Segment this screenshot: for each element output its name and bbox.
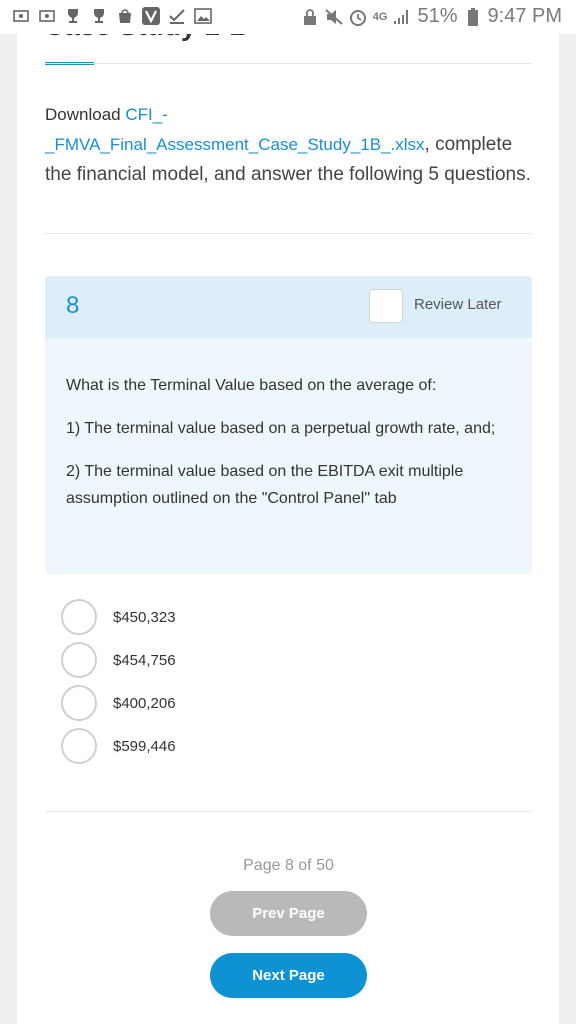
- next-page-button[interactable]: Next Page: [210, 953, 367, 998]
- battery-percent: 51%: [417, 5, 458, 27]
- battery-icon: [464, 7, 482, 26]
- download-prefix: Download: [45, 105, 126, 124]
- answer-option[interactable]: $454,756: [61, 642, 176, 678]
- review-later-label[interactable]: Review Later: [414, 296, 502, 313]
- answer-option[interactable]: $400,206: [61, 685, 176, 721]
- shopping-bag-icon: [116, 7, 134, 25]
- prev-page-button[interactable]: Prev Page: [210, 891, 367, 936]
- divider: [45, 811, 532, 812]
- divider: [45, 63, 532, 64]
- answer-label[interactable]: $450,323: [113, 609, 176, 626]
- question-paragraph: What is the Terminal Value based on the …: [66, 377, 437, 394]
- page-indicator: Page 8 of 50: [243, 857, 334, 874]
- divider: [45, 233, 532, 234]
- notification-icons: [12, 7, 212, 25]
- radio-button[interactable]: [61, 728, 97, 764]
- network-type: 4G: [372, 10, 388, 23]
- answer-option[interactable]: $599,446: [61, 728, 176, 764]
- trophy-icon: [64, 7, 82, 25]
- question-paragraph: 1) The terminal value based on a perpetu…: [66, 420, 496, 437]
- system-status: 4G 51% 9:47 PM: [301, 5, 562, 28]
- review-later-checkbox[interactable]: [369, 289, 403, 323]
- alarm-icon: [349, 8, 367, 26]
- image-icon: [194, 7, 212, 25]
- answer-label[interactable]: $454,756: [113, 652, 176, 669]
- money-icon: [12, 7, 30, 25]
- lock-icon: [301, 8, 319, 26]
- clock: 9:47 PM: [487, 5, 562, 27]
- money-icon: [38, 7, 56, 25]
- signal-icon: [393, 8, 411, 26]
- status-bar: 4G 51% 9:47 PM: [0, 0, 576, 34]
- mute-icon: [325, 8, 343, 26]
- radio-button[interactable]: [61, 642, 97, 678]
- question-text: What is the Terminal Value based on the …: [45, 338, 532, 574]
- question-header: 8 Review Later: [45, 276, 532, 338]
- check-icon: [168, 7, 186, 25]
- answer-label[interactable]: $599,446: [113, 738, 176, 755]
- answer-option[interactable]: $450,323: [61, 599, 176, 635]
- radio-button[interactable]: [61, 599, 97, 635]
- assessment-description: Download CFI_-_FMVA_Final_Assessment_Cas…: [45, 100, 540, 190]
- trophy-icon: [90, 7, 108, 25]
- answer-label[interactable]: $400,206: [113, 695, 176, 712]
- app-v-icon: [142, 7, 160, 25]
- radio-button[interactable]: [61, 685, 97, 721]
- question-number: 8: [66, 292, 80, 319]
- question-paragraph: 2) The terminal value based on the EBITD…: [66, 463, 464, 507]
